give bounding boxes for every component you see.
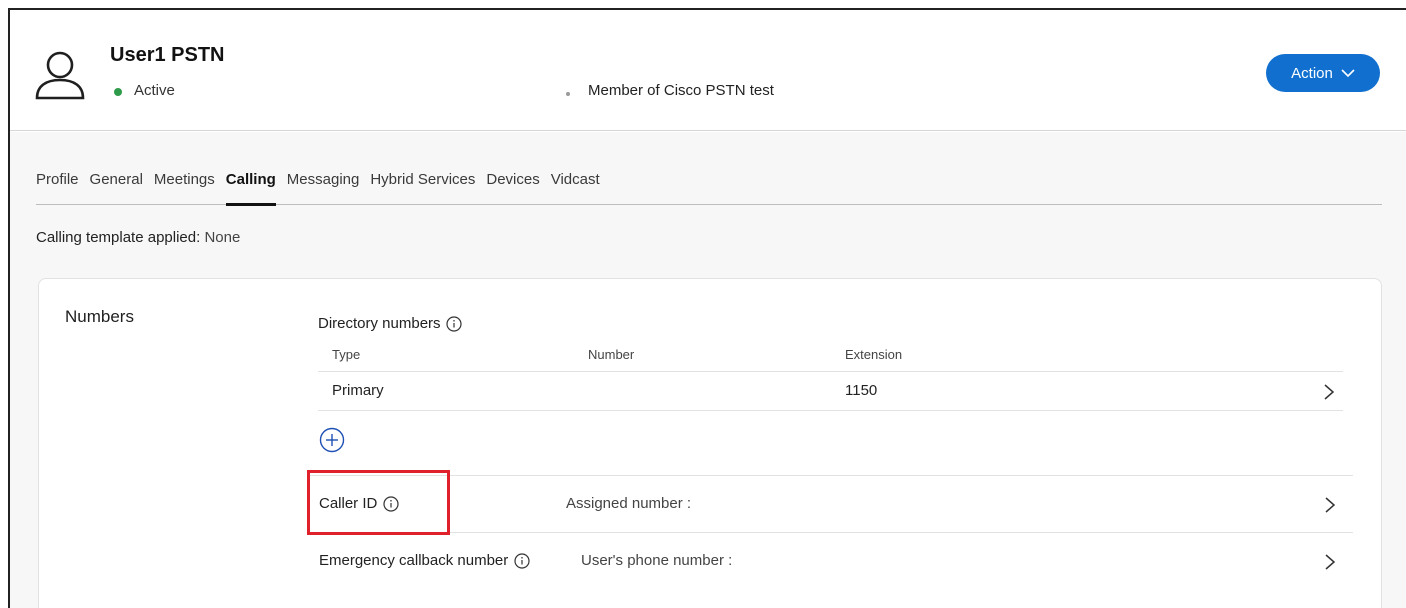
caller-id-highlight xyxy=(307,470,450,535)
directory-numbers-text: Directory numbers xyxy=(318,315,441,332)
column-header-extension: Extension xyxy=(845,347,903,362)
chevron-right-icon[interactable] xyxy=(1323,383,1335,401)
tab-vidcast[interactable]: Vidcast xyxy=(551,170,600,205)
caller-id-row[interactable]: Caller ID Assigned number : xyxy=(309,475,1353,533)
main-content: Profile General Meetings Calling Messaging Hy… xyxy=(10,132,1406,608)
tab-devices[interactable]: Devices xyxy=(486,170,539,205)
status-dot xyxy=(114,88,122,96)
row-type: Primary xyxy=(332,382,384,399)
user-avatar-icon xyxy=(35,51,85,100)
emergency-callback-label: Emergency callback number xyxy=(319,552,530,569)
chevron-right-icon[interactable] xyxy=(1324,496,1336,514)
user-header: User1 PSTN Active Member of Cisco PSTN t… xyxy=(10,10,1406,131)
separator-dot xyxy=(566,92,570,96)
column-header-number: Number xyxy=(588,347,635,362)
tab-profile[interactable]: Profile xyxy=(36,170,79,205)
emergency-callback-value: User's phone number : xyxy=(581,552,733,569)
row-extension: 1150 xyxy=(845,382,878,399)
template-value: None xyxy=(204,229,241,246)
chevron-down-icon xyxy=(1341,68,1355,77)
tab-general[interactable]: General xyxy=(90,170,143,205)
action-button-label: Action xyxy=(1291,64,1333,82)
status-text: Active xyxy=(134,82,175,99)
tab-calling[interactable]: Calling xyxy=(225,170,276,206)
tab-bar: Profile General Meetings Calling Messaging Hy… xyxy=(36,170,1382,206)
chevron-right-icon[interactable] xyxy=(1324,553,1336,571)
tab-meetings[interactable]: Meetings xyxy=(154,170,215,205)
caller-id-value: Assigned number : xyxy=(566,495,692,512)
calling-template-line: Calling template applied: None xyxy=(36,229,240,246)
template-label: Calling template applied: xyxy=(36,229,201,246)
action-button[interactable]: Action xyxy=(1266,54,1380,92)
table-row[interactable]: Primary 1150 xyxy=(318,371,1343,411)
tab-messaging[interactable]: Messaging xyxy=(287,170,360,205)
info-icon[interactable] xyxy=(514,552,530,569)
add-circle-icon[interactable] xyxy=(319,427,345,453)
app-frame: User1 PSTN Active Member of Cisco PSTN t… xyxy=(8,8,1406,608)
numbers-card: Numbers Directory numbers Type Number Ex… xyxy=(38,278,1382,608)
column-header-type: Type xyxy=(332,347,361,362)
directory-numbers-label: Directory numbers xyxy=(318,315,462,332)
tab-hybrid-services[interactable]: Hybrid Services xyxy=(370,170,475,205)
user-name: User1 PSTN xyxy=(110,44,225,66)
membership-text: Member of Cisco PSTN test xyxy=(588,82,774,99)
section-title: Numbers xyxy=(65,307,134,326)
emergency-callback-text: Emergency callback number xyxy=(319,552,509,569)
emergency-callback-row[interactable]: Emergency callback number User's phone n… xyxy=(309,533,1353,591)
info-icon[interactable] xyxy=(445,315,462,332)
